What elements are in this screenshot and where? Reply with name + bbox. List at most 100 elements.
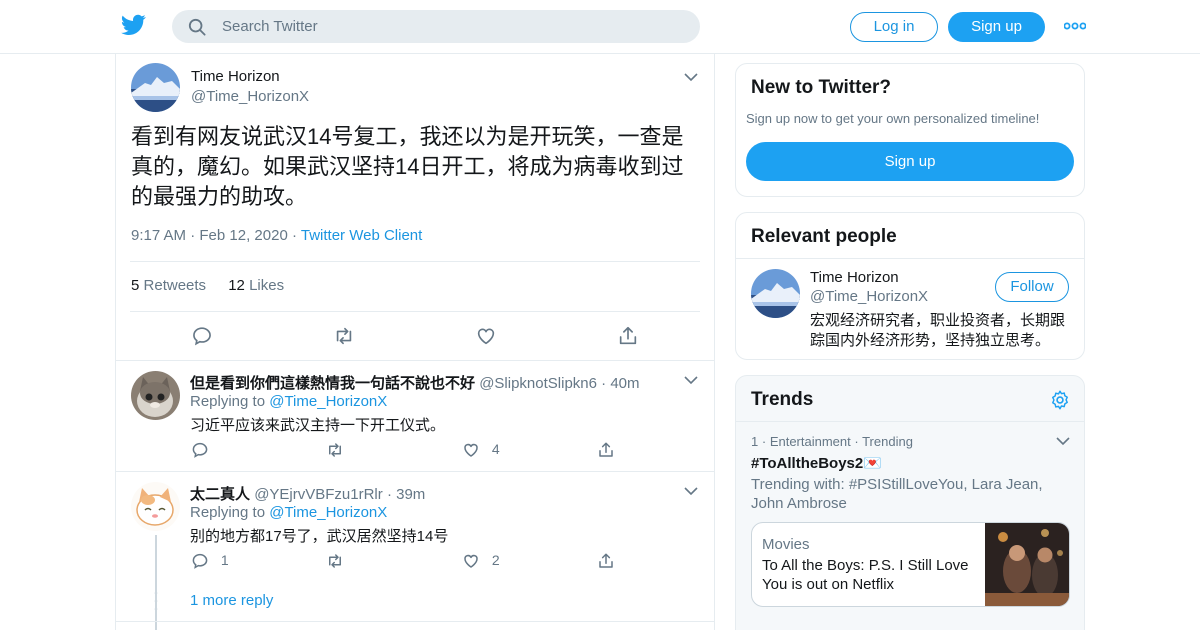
chevron-down-icon[interactable]	[684, 375, 698, 385]
follow-button[interactable]: Follow	[995, 272, 1069, 302]
trend-category: Entertainment	[769, 434, 851, 449]
reply-author-name[interactable]: 太二真人	[190, 486, 250, 503]
trend-rank: 1	[751, 434, 759, 449]
share-icon	[599, 553, 613, 569]
reply-icon	[192, 443, 208, 459]
sidebar-signup-button[interactable]: Sign up	[746, 142, 1074, 181]
share-icon	[599, 442, 613, 458]
mountain-avatar-icon	[131, 63, 180, 112]
retweet-icon	[329, 554, 341, 569]
trend-hashtag[interactable]: #ToAlltheBoys2💌	[751, 454, 882, 472]
news-card-text: To All the Boys: P.S. I Still Love You i…	[762, 557, 969, 593]
retweet-icon	[329, 443, 341, 458]
divider	[736, 258, 1084, 259]
reply-icon[interactable]	[191, 325, 213, 347]
reply-timestamp[interactable]: 39m	[396, 486, 425, 503]
show-more-replies-link[interactable]: 1 more reply	[190, 592, 273, 609]
replying-to-link[interactable]: @Time_HorizonX	[269, 393, 387, 410]
reply-avatar[interactable]	[131, 371, 180, 420]
like-stat-label: Likes	[249, 277, 285, 294]
tweet-time[interactable]: 9:17 AM	[131, 227, 186, 244]
reply-text: 习近平应该来武汉主持一下开工仪式。	[190, 417, 446, 434]
relevant-person-name[interactable]: Time Horizon	[810, 269, 899, 286]
share-action[interactable]	[597, 441, 615, 459]
trend-news-card[interactable]: Movies To All the Boys: P.S. I Still Lov…	[751, 522, 1070, 607]
thread-dots-icon	[154, 591, 158, 611]
movie-thumbnail-image	[985, 523, 1069, 606]
like-action[interactable]: 4	[462, 441, 500, 459]
reply-timestamp[interactable]: 40m	[610, 375, 639, 392]
search-input[interactable]	[222, 10, 682, 43]
reply-text: 别的地方都17号了，武汉居然坚持14号	[190, 528, 449, 545]
separator-dot: ·	[190, 227, 200, 244]
chevron-down-icon[interactable]	[1056, 436, 1070, 446]
reply-action[interactable]	[191, 441, 209, 459]
signup-button[interactable]: Sign up	[948, 12, 1045, 42]
reply-action[interactable]: 1	[191, 552, 229, 570]
divider	[736, 421, 1084, 422]
replying-to-line: Replying to @Time_HorizonX	[190, 393, 387, 410]
cat-avatar-icon	[131, 371, 180, 420]
new-to-twitter-title: New to Twitter?	[751, 77, 892, 98]
relevant-people-card: Relevant people Time Horizon @Time_Horiz…	[735, 212, 1085, 360]
separator-dot: ·	[601, 375, 611, 392]
divider	[116, 360, 714, 361]
retweet-icon[interactable]	[333, 325, 355, 347]
like-heart-icon	[464, 444, 478, 458]
like-heart-icon	[464, 555, 478, 569]
author-name[interactable]: Time Horizon	[191, 68, 280, 85]
like-stat[interactable]: 12 Likes	[228, 277, 284, 294]
relevant-person-bio: 宏观经济研究者，职业投资者，长期跟踪国内外经济形势，坚持独立思考。	[810, 312, 1066, 349]
tweet-metadata: 9:17 AM · Feb 12, 2020 · Twitter Web Cli…	[131, 227, 422, 244]
settings-gear-icon[interactable]	[1049, 389, 1071, 411]
retweet-action[interactable]	[326, 552, 344, 570]
chevron-down-icon[interactable]	[684, 486, 698, 496]
relevant-person-avatar[interactable]	[751, 269, 800, 318]
separator-dot: ·	[386, 486, 397, 503]
replying-to-label: Replying to	[190, 393, 266, 410]
share-icon[interactable]	[617, 325, 639, 347]
retweet-stat[interactable]: 5 Retweets	[131, 277, 206, 294]
relevant-person-handle[interactable]: @Time_HorizonX	[810, 288, 928, 305]
tweet-date[interactable]: Feb 12, 2020	[199, 227, 287, 244]
share-action[interactable]	[597, 552, 615, 570]
replying-to-label: Replying to	[190, 504, 266, 521]
reply-avatar[interactable]	[131, 482, 180, 531]
relevant-people-title: Relevant people	[751, 226, 897, 247]
reply-author-handle[interactable]: @SlipknotSlipkn6	[479, 375, 597, 392]
reply-author-name[interactable]: 但是看到你們這樣熱情我一句話不說也不好	[190, 375, 475, 392]
top-navigation-bar: Log in Sign up	[0, 0, 1200, 54]
news-card-category: Movies	[762, 536, 810, 553]
thread-connector-line	[155, 535, 157, 630]
retweet-stat-label: Retweets	[143, 277, 207, 294]
trend-status: Trending	[862, 434, 913, 449]
divider	[116, 471, 714, 472]
cartoon-cat-avatar-icon	[131, 482, 180, 531]
chevron-down-icon[interactable]	[684, 72, 698, 82]
reply-header: 但是看到你們這樣熱情我一句話不說也不好 @SlipknotSlipkn6 · 4…	[190, 372, 640, 393]
twitter-bird-logo-icon[interactable]	[121, 14, 146, 36]
separator-dot: ·	[291, 227, 301, 244]
retweet-action[interactable]	[326, 441, 344, 459]
like-count: 12	[228, 277, 245, 294]
new-to-twitter-card: New to Twitter? Sign up now to get your …	[735, 63, 1085, 197]
replying-to-link[interactable]: @Time_HorizonX	[269, 504, 387, 521]
author-avatar[interactable]	[131, 63, 180, 112]
mountain-avatar-icon	[751, 269, 800, 318]
tweet-text: 看到有网友说武汉14号复工，我还以为是开玩笑，一查是真的，魔幻。如果武汉坚持14…	[131, 124, 684, 209]
like-action[interactable]: 2	[462, 552, 500, 570]
like-count: 2	[491, 552, 500, 568]
login-button[interactable]: Log in	[850, 12, 938, 42]
reply-author-handle[interactable]: @YEjrvVBFzu1rRlr	[254, 486, 383, 503]
reply-header: 太二真人 @YEjrvVBFzu1rRlr · 39m	[190, 483, 425, 504]
trending-with-text: Trending with: #PSIStillLoveYou, Lara Je…	[751, 476, 1043, 512]
more-options-icon[interactable]	[1064, 20, 1086, 32]
author-handle[interactable]: @Time_HorizonX	[191, 88, 309, 105]
tweet-timeline-column: Time Horizon @Time_HorizonX 看到有网友说武汉14号复…	[115, 54, 715, 630]
like-heart-icon[interactable]	[475, 325, 497, 347]
divider	[130, 261, 700, 262]
divider	[116, 621, 714, 622]
retweet-count: 5	[131, 277, 140, 294]
tweet-source-link[interactable]: Twitter Web Client	[301, 227, 422, 244]
search-bar[interactable]	[172, 10, 700, 43]
